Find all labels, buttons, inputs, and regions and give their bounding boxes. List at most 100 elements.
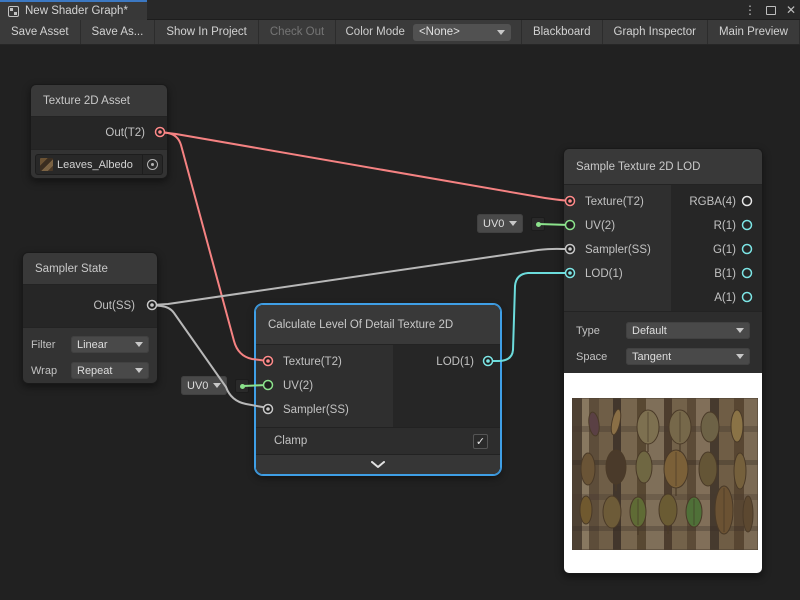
shader-graph-asset-icon xyxy=(8,6,19,17)
uv-port-stub xyxy=(235,379,249,393)
port-label: G(1) xyxy=(713,244,736,256)
save-asset-button[interactable]: Save Asset xyxy=(0,20,81,44)
port-label: RGBA(4) xyxy=(689,196,736,208)
texture-object-field[interactable]: Leaves_Albedo xyxy=(35,154,163,175)
port-label: Sampler(SS) xyxy=(585,244,651,256)
color-mode-value: <None> xyxy=(419,26,460,38)
node-title: Texture 2D Asset xyxy=(31,85,167,117)
filter-label: Filter xyxy=(31,339,63,351)
save-as-button[interactable]: Save As... xyxy=(81,20,156,44)
main-preview-button[interactable]: Main Preview xyxy=(708,20,800,44)
tab-title: New Shader Graph* xyxy=(25,5,128,17)
clamp-label: Clamp xyxy=(274,435,307,447)
chevron-down-icon xyxy=(213,383,221,388)
uv-port-stub xyxy=(531,217,545,231)
clamp-checkbox[interactable]: ✓ xyxy=(473,434,488,449)
show-in-project-button[interactable]: Show In Project xyxy=(155,20,259,44)
port-label: UV(2) xyxy=(585,220,615,232)
wire-texture-to-calculate[interactable] xyxy=(160,132,268,361)
uv-channel-dropdown[interactable]: UV0 xyxy=(181,376,227,395)
input-row-sampler: Sampler(SS) xyxy=(564,238,671,262)
uv-channel-dropdown[interactable]: UV0 xyxy=(477,214,523,233)
tab-new-shader-graph[interactable]: New Shader Graph* xyxy=(0,0,147,20)
space-dropdown[interactable]: Tangent xyxy=(626,348,750,365)
type-value: Default xyxy=(632,325,667,337)
check-icon: ✓ xyxy=(476,435,485,448)
object-picker-button[interactable] xyxy=(142,155,162,174)
chevron-down-icon xyxy=(371,461,385,468)
output-row-lod: LOD(1) xyxy=(393,350,500,374)
output-row-a: A(1) xyxy=(671,286,762,310)
port-row-out-ss: Out(SS) xyxy=(23,285,157,327)
object-picker-icon xyxy=(147,159,158,170)
node-controls: Filter Linear Wrap Repeat xyxy=(23,327,157,383)
check-out-button: Check Out xyxy=(259,20,336,44)
port-label: LOD(1) xyxy=(585,268,623,280)
tab-bar: New Shader Graph* ⋮ ✕ xyxy=(0,0,800,20)
uv-channel-value: UV0 xyxy=(187,380,208,392)
input-row-texture: Texture(T2) xyxy=(256,350,393,374)
type-dropdown[interactable]: Default xyxy=(626,322,750,339)
graph-canvas[interactable]: Texture 2D Asset Out(T2) Leaves_Albedo S… xyxy=(0,45,800,599)
port-label: Texture(T2) xyxy=(585,196,644,208)
port-label: Out(T2) xyxy=(105,127,145,139)
port-area: Texture(T2) UV(2) Sampler(SS) LOD(1) xyxy=(256,345,500,427)
space-label: Space xyxy=(576,351,618,363)
input-row-sampler: Sampler(SS) xyxy=(256,398,393,422)
chevron-down-icon xyxy=(509,221,517,226)
uv-dot-icon xyxy=(240,384,245,389)
wire-sampler-to-sample[interactable] xyxy=(152,249,570,305)
port-label: LOD(1) xyxy=(436,356,474,368)
leaves-texture-preview xyxy=(572,398,758,550)
texture-asset-name: Leaves_Albedo xyxy=(57,159,142,171)
port-label: Out(SS) xyxy=(93,300,135,312)
node-controls: Leaves_Albedo xyxy=(31,149,167,178)
window-maximize-icon[interactable] xyxy=(766,6,776,15)
blackboard-button[interactable]: Blackboard xyxy=(521,20,603,44)
shader-graph-window: New Shader Graph* ⋮ ✕ Save Asset Save As… xyxy=(0,0,800,600)
output-row-b: B(1) xyxy=(671,262,762,286)
node-sampler-state[interactable]: Sampler State Out(SS) Filter Linear Wrap… xyxy=(22,252,158,384)
space-value: Tangent xyxy=(632,351,671,363)
node-title: Calculate Level Of Detail Texture 2D xyxy=(256,305,500,345)
port-label: R(1) xyxy=(714,220,736,232)
output-row-r: R(1) xyxy=(671,214,762,238)
port-label: Texture(T2) xyxy=(283,356,342,368)
port-row-out-t2: Out(T2) xyxy=(31,117,167,149)
window-controls: ⋮ ✕ xyxy=(744,0,796,20)
chevron-down-icon xyxy=(736,354,744,359)
chevron-down-icon xyxy=(135,368,143,373)
clamp-row: Clamp ✓ xyxy=(256,427,500,454)
collapse-button[interactable] xyxy=(256,454,500,474)
color-mode-dropdown[interactable]: <None> xyxy=(413,24,511,41)
node-sample-texture-2d-lod[interactable]: Sample Texture 2D LOD Texture(T2) UV(2) … xyxy=(563,148,763,574)
node-calculate-lod-texture-2d[interactable]: Calculate Level Of Detail Texture 2D Tex… xyxy=(255,304,501,475)
node-preview-image xyxy=(564,373,762,573)
wire-texture-to-sample[interactable] xyxy=(160,132,570,201)
type-label: Type xyxy=(576,325,618,337)
output-row-rgba: RGBA(4) xyxy=(671,190,762,214)
uv-channel-widget-sample: UV0 xyxy=(477,214,545,233)
wrap-dropdown[interactable]: Repeat xyxy=(71,362,149,379)
node-texture-2d-asset[interactable]: Texture 2D Asset Out(T2) Leaves_Albedo xyxy=(30,84,168,179)
input-row-lod: LOD(1) xyxy=(564,262,671,286)
graph-toolbar: Save Asset Save As... Show In Project Ch… xyxy=(0,20,800,45)
input-row-uv: UV(2) xyxy=(564,214,671,238)
graph-inspector-button[interactable]: Graph Inspector xyxy=(603,20,708,44)
filter-value: Linear xyxy=(77,339,108,351)
port-label: A(1) xyxy=(714,292,736,304)
output-row-g: G(1) xyxy=(671,238,762,262)
wrap-value: Repeat xyxy=(77,365,112,377)
window-menu-icon[interactable]: ⋮ xyxy=(744,4,756,16)
texture-thumbnail-icon xyxy=(40,158,53,171)
window-close-icon[interactable]: ✕ xyxy=(786,4,796,16)
uv-dot-icon xyxy=(536,222,541,227)
uv-channel-widget-calculate: UV0 xyxy=(181,376,249,395)
chevron-down-icon xyxy=(497,30,505,35)
filter-dropdown[interactable]: Linear xyxy=(71,336,149,353)
node-title: Sampler State xyxy=(23,253,157,285)
input-row-texture: Texture(T2) xyxy=(564,190,671,214)
node-controls: Type Default Space Tangent xyxy=(564,311,762,373)
wrap-label: Wrap xyxy=(31,365,63,377)
port-label: B(1) xyxy=(714,268,736,280)
